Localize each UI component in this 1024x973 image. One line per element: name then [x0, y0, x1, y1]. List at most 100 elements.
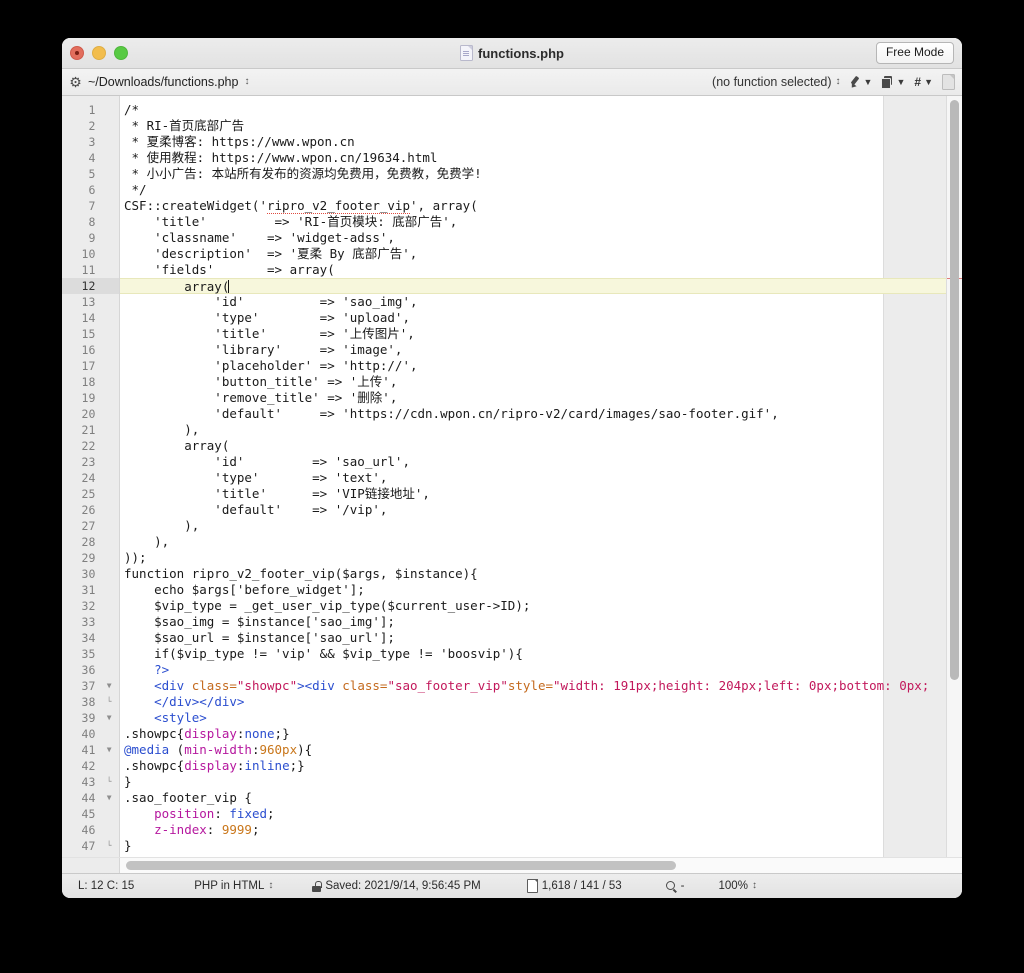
code-line[interactable]: CSF::createWidget('ripro_v2_footer_vip',… — [124, 198, 962, 214]
code-line[interactable]: array( — [124, 438, 962, 454]
file-path-label[interactable]: ~/Downloads/functions.php — [88, 75, 238, 89]
gutter-line[interactable]: 39 ▼ — [62, 710, 119, 726]
search-status[interactable]: - — [665, 880, 685, 892]
code-line[interactable]: )); — [124, 550, 962, 566]
gutter-line[interactable]: 43 └ — [62, 774, 119, 790]
gutter-line[interactable]: 36 — [62, 662, 119, 678]
gutter-line[interactable]: 19 — [62, 390, 119, 406]
code-line[interactable]: * 夏柔博客: https://www.wpon.cn — [124, 134, 962, 150]
code-line[interactable]: 'type' => 'text', — [124, 470, 962, 486]
gutter-line[interactable]: 21 — [62, 422, 119, 438]
fold-toggle-icon[interactable]: ▼ — [99, 742, 119, 758]
pen-tool-button[interactable]: ▼ — [849, 76, 873, 88]
gutter-line[interactable]: 18 — [62, 374, 119, 390]
maximize-button[interactable] — [114, 46, 128, 60]
code-line[interactable]: .showpc{display:inline;} — [124, 758, 962, 774]
code-line[interactable]: function ripro_v2_footer_vip($args, $ins… — [124, 566, 962, 582]
gutter-line[interactable]: 5 — [62, 166, 119, 182]
code-line[interactable]: .sao_footer_vip { — [124, 790, 962, 806]
path-stepper-icon[interactable]: ↕ — [244, 76, 249, 88]
code-line[interactable]: <div class="showpc"><div class="sao_foot… — [124, 678, 962, 694]
code-line[interactable]: * 使用教程: https://www.wpon.cn/19634.html — [124, 150, 962, 166]
code-line[interactable]: /* — [124, 102, 962, 118]
code-line[interactable]: array( — [120, 278, 962, 294]
fold-toggle-icon[interactable]: ▼ — [99, 678, 119, 694]
gutter-line[interactable]: 10 — [62, 246, 119, 262]
code-line[interactable]: $sao_url = $instance['sao_url']; — [124, 630, 962, 646]
gutter-line[interactable]: 12 — [62, 278, 119, 294]
code-line[interactable]: * 小小广告: 本站所有发布的资源均免费用，免费教，免费学! — [124, 166, 962, 182]
vertical-scrollbar-thumb[interactable] — [950, 100, 959, 680]
horizontal-scrollbar[interactable] — [120, 858, 962, 873]
split-view-button[interactable]: ▼ — [881, 76, 905, 89]
unlocked-icon[interactable] — [312, 880, 323, 892]
code-area[interactable]: /* * RI-首页底部广告 * 夏柔博客: https://www.wpon.… — [120, 96, 962, 857]
gutter-line[interactable]: 32 — [62, 598, 119, 614]
code-line[interactable]: 'placeholder' => 'http://', — [124, 358, 962, 374]
gutter-line[interactable]: 23 — [62, 454, 119, 470]
gear-icon[interactable]: ⚙ — [69, 75, 82, 89]
code-line[interactable]: 'id' => 'sao_url', — [124, 454, 962, 470]
fold-toggle-icon[interactable]: └ — [99, 694, 119, 710]
code-line[interactable]: ), — [124, 534, 962, 550]
code-line[interactable]: ), — [124, 518, 962, 534]
gutter-line[interactable]: 27 — [62, 518, 119, 534]
gutter-line[interactable]: 22 — [62, 438, 119, 454]
gutter-line[interactable]: 40 — [62, 726, 119, 742]
gutter-line[interactable]: 46 — [62, 822, 119, 838]
code-line[interactable]: if($vip_type != 'vip' && $vip_type != 'b… — [124, 646, 962, 662]
code-line[interactable]: } — [124, 774, 962, 790]
gutter-line[interactable]: 30 — [62, 566, 119, 582]
gutter-line[interactable]: 26 — [62, 502, 119, 518]
code-line[interactable]: 'description' => '夏柔 By 底部广告', — [124, 246, 962, 262]
fold-toggle-icon[interactable]: └ — [99, 774, 119, 790]
gutter-line[interactable]: 11 — [62, 262, 119, 278]
code-line[interactable]: ), — [124, 422, 962, 438]
fold-toggle-icon[interactable]: ▼ — [99, 710, 119, 726]
code-line[interactable]: } — [124, 838, 962, 854]
gutter-line[interactable]: 37 ▼ — [62, 678, 119, 694]
code-line[interactable]: <style> — [124, 710, 962, 726]
code-line[interactable]: .showpc{display:none;} — [124, 726, 962, 742]
code-line[interactable]: 'default' => '/vip', — [124, 502, 962, 518]
code-line[interactable]: 'library' => 'image', — [124, 342, 962, 358]
gutter-line[interactable]: 41 ▼ — [62, 742, 119, 758]
vertical-scrollbar[interactable] — [946, 96, 962, 857]
code-line[interactable]: 'fields' => array( — [124, 262, 962, 278]
code-line[interactable]: 'classname' => 'widget-adss', — [124, 230, 962, 246]
magnifier-icon[interactable] — [665, 880, 677, 892]
gutter-line[interactable]: 15 — [62, 326, 119, 342]
gutter-line[interactable]: 1 — [62, 102, 119, 118]
zoom-selector[interactable]: 100% ↕ — [719, 880, 757, 892]
gutter-line[interactable]: 35 — [62, 646, 119, 662]
gutter-line[interactable]: 8 — [62, 214, 119, 230]
language-selector[interactable]: PHP in HTML ↕ — [194, 880, 273, 892]
gutter-line[interactable]: 9 — [62, 230, 119, 246]
code-line[interactable]: z-index: 9999; — [124, 822, 962, 838]
code-line[interactable]: 'type' => 'upload', — [124, 310, 962, 326]
gutter-line[interactable]: 13 — [62, 294, 119, 310]
code-line[interactable]: ?> — [124, 662, 962, 678]
gutter-line[interactable]: 4 — [62, 150, 119, 166]
code-line[interactable]: 'button_title' => '上传', — [124, 374, 962, 390]
gutter-line[interactable]: 25 — [62, 486, 119, 502]
code-line[interactable]: 'default' => 'https://cdn.wpon.cn/ripro-… — [124, 406, 962, 422]
gutter-line[interactable]: 28 — [62, 534, 119, 550]
code-line[interactable]: */ — [124, 182, 962, 198]
line-numbers-button[interactable]: # ▼ — [914, 75, 933, 89]
minimize-button[interactable] — [92, 46, 106, 60]
gutter-line[interactable]: 6 — [62, 182, 119, 198]
gutter-line[interactable]: 33 — [62, 614, 119, 630]
gutter-line[interactable]: 29 — [62, 550, 119, 566]
code-line[interactable]: 'title' => 'RI-首页模块: 底部广告', — [124, 214, 962, 230]
function-selector[interactable]: (no function selected) ↕ — [712, 75, 841, 89]
page-icon[interactable] — [942, 74, 955, 90]
gutter-line[interactable]: 42 — [62, 758, 119, 774]
close-button[interactable] — [70, 46, 84, 60]
fold-toggle-icon[interactable]: ▼ — [99, 790, 119, 806]
code-line[interactable]: 'title' => '上传图片', — [124, 326, 962, 342]
horizontal-scrollbar-thumb[interactable] — [126, 861, 676, 870]
gutter-line[interactable]: 3 — [62, 134, 119, 150]
code-line[interactable]: </div></div> — [124, 694, 962, 710]
code-line[interactable]: @media (min-width:960px){ — [124, 742, 962, 758]
